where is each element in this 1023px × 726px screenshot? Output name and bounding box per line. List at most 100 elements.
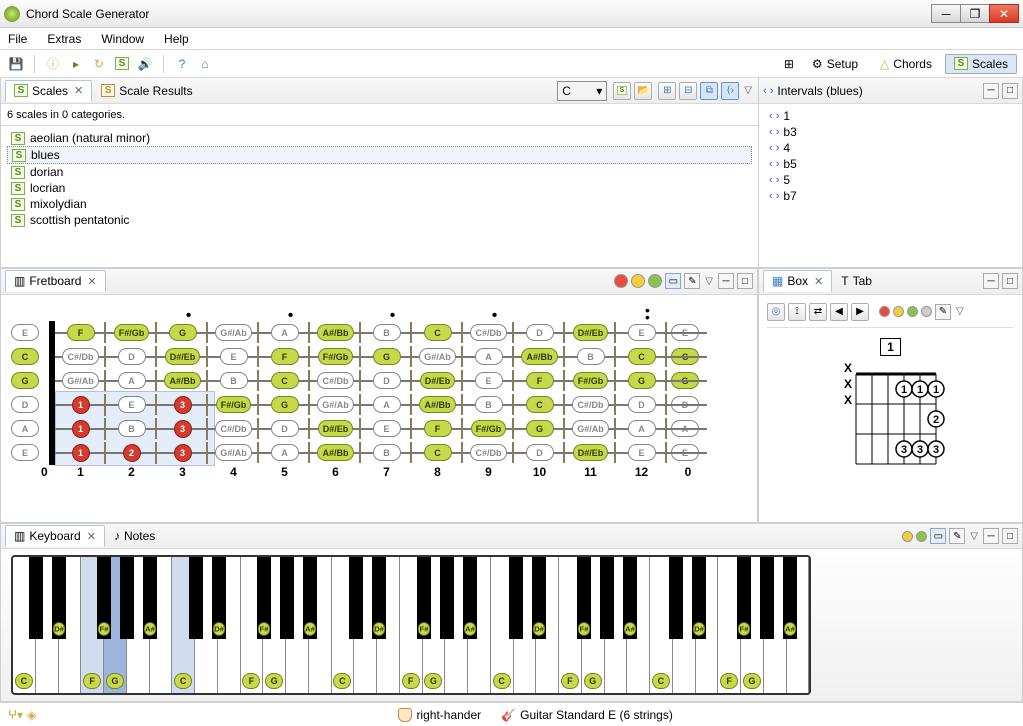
fret-cell[interactable]: 3 (157, 444, 208, 462)
interval-item[interactable]: ‹ ›b5 (767, 156, 1014, 172)
tuning-status[interactable]: 🎸 Guitar Standard E (6 strings) (501, 708, 673, 722)
black-key[interactable] (349, 557, 363, 639)
fret-cell[interactable]: G#/Ab (310, 396, 361, 413)
color-other-icon[interactable] (907, 306, 918, 317)
open-note[interactable]: A (11, 420, 39, 437)
link-icon[interactable]: ⇄ (809, 303, 827, 321)
color-scale-icon[interactable] (631, 274, 645, 288)
fret-cell[interactable]: G#/Ab (208, 444, 259, 461)
fret-cell[interactable]: B (106, 420, 157, 437)
fret-cell[interactable]: 1 (55, 444, 106, 462)
fret-cell[interactable]: A (361, 396, 412, 413)
fret-cell[interactable]: F (514, 372, 565, 389)
close-tab-icon[interactable]: ✕ (74, 84, 83, 97)
fret-cell[interactable]: G#/Ab (55, 372, 106, 389)
black-key[interactable]: D# (52, 557, 66, 639)
fret-cell[interactable]: B (463, 396, 514, 413)
black-key[interactable] (280, 557, 294, 639)
info-status-icon[interactable]: ◈ (27, 708, 36, 722)
black-key[interactable]: F# (737, 557, 751, 639)
edit-icon[interactable]: ✎ (949, 528, 965, 544)
hand-status[interactable]: right-hander (398, 708, 481, 722)
fret-cell[interactable]: G#/Ab (565, 420, 616, 437)
fret-cell[interactable]: A (616, 420, 667, 437)
fret-cell[interactable]: B (208, 372, 259, 389)
fret-cell[interactable]: G (157, 324, 208, 341)
black-key[interactable] (600, 557, 614, 639)
tab-notes[interactable]: ♪ Notes (105, 525, 164, 547)
color-scale-icon[interactable] (902, 531, 913, 542)
expand-icon[interactable]: ⊞ (658, 82, 676, 100)
fret-cell[interactable]: D (361, 372, 412, 389)
fret-cell[interactable]: C (412, 324, 463, 341)
scales-qa-icon[interactable]: S (112, 54, 132, 74)
close-tab-icon[interactable]: ✕ (814, 275, 823, 288)
maximize-pane-icon[interactable]: □ (1002, 83, 1018, 99)
open-note[interactable]: C (11, 348, 39, 365)
maximize-pane-icon[interactable]: □ (737, 273, 753, 289)
open-folder-icon[interactable]: 📂 (634, 82, 652, 100)
intervals-toggle-icon[interactable]: ⟨› (721, 82, 739, 100)
fret-cell[interactable]: F (55, 324, 106, 341)
fret-cell[interactable]: C#/Db (463, 444, 514, 461)
color-scale-icon[interactable] (893, 306, 904, 317)
view-menu-icon[interactable]: ▽ (954, 306, 966, 317)
open-note[interactable]: E (11, 444, 39, 461)
fret-cell[interactable]: B (361, 444, 412, 461)
fret-cell[interactable]: C#/Db (310, 372, 361, 389)
black-key[interactable]: F# (417, 557, 431, 639)
fret-cell[interactable]: F#/Gb (310, 348, 361, 365)
sound-icon[interactable]: 🔊 (135, 54, 155, 74)
fret-cell[interactable]: A (259, 444, 310, 461)
redo-icon[interactable]: ↻ (89, 54, 109, 74)
fret-cell[interactable]: A (463, 348, 514, 365)
tuning-fork-icon[interactable]: ⵖ▾ (8, 708, 23, 722)
black-key[interactable] (120, 557, 134, 639)
minimize-pane-icon[interactable]: ─ (983, 273, 999, 289)
menu-file[interactable]: File (4, 30, 31, 48)
view-menu-icon[interactable]: ▽ (742, 85, 754, 96)
fret-cell[interactable]: E (463, 372, 514, 389)
fret-cell[interactable]: F (412, 420, 463, 437)
fret-cell[interactable]: F#/Gb (106, 324, 157, 341)
root-note-selector[interactable]: C▾ (557, 81, 607, 101)
next-box-icon[interactable]: ▶ (851, 303, 869, 321)
black-key[interactable] (669, 557, 683, 639)
fret-cell[interactable]: E (208, 348, 259, 365)
fret-cell[interactable]: D (259, 420, 310, 437)
fretboard-diagram[interactable]: •••••• EFF#/GbGG#/AbAA#/BbBCC#/DbDD#/EbE… (1, 295, 757, 522)
black-key[interactable] (189, 557, 203, 639)
fret-cell[interactable]: E (616, 324, 667, 341)
open-note[interactable]: G (11, 372, 39, 389)
interval-item[interactable]: ‹ ›b3 (767, 124, 1014, 140)
fret-cell[interactable]: 3 (157, 420, 208, 438)
target-icon[interactable]: ◎ (767, 303, 785, 321)
fret-cell[interactable]: D (514, 324, 565, 341)
fret-cell[interactable]: G#/Ab (208, 324, 259, 341)
fret-cell[interactable]: D (106, 348, 157, 365)
fret-cell[interactable]: A#/Bb (412, 396, 463, 413)
fret-cell[interactable]: F#/Gb (463, 420, 514, 437)
fret-cell[interactable]: D (514, 444, 565, 461)
color-other-icon[interactable] (648, 274, 662, 288)
chord-diagram[interactable]: 1 X X X (836, 340, 946, 497)
fret-cell[interactable]: G (259, 396, 310, 413)
interval-item[interactable]: ‹ ›5 (767, 172, 1014, 188)
open-note-right[interactable]: D (671, 396, 699, 413)
fret-cell[interactable]: G (361, 348, 412, 365)
black-key[interactable]: D# (532, 557, 546, 639)
collapse-icon[interactable]: ⊟ (679, 82, 697, 100)
black-key[interactable]: A# (143, 557, 157, 639)
menu-extras[interactable]: Extras (43, 30, 85, 48)
black-key[interactable]: A# (623, 557, 637, 639)
fret-cell[interactable]: C (259, 372, 310, 389)
tab-fretboard[interactable]: ▥ Fretboard ✕ (5, 270, 106, 292)
minimize-button[interactable]: ─ (931, 4, 961, 23)
fret-cell[interactable]: A (106, 372, 157, 389)
fret-cell[interactable]: G#/Ab (412, 348, 463, 365)
minimize-pane-icon[interactable]: ─ (718, 273, 734, 289)
tab-box[interactable]: ▦ Box ✕ (763, 270, 832, 292)
tab-scale-results[interactable]: S Scale Results (92, 80, 201, 102)
black-key[interactable]: A# (303, 557, 317, 639)
interval-item[interactable]: ‹ ›b7 (767, 188, 1014, 204)
